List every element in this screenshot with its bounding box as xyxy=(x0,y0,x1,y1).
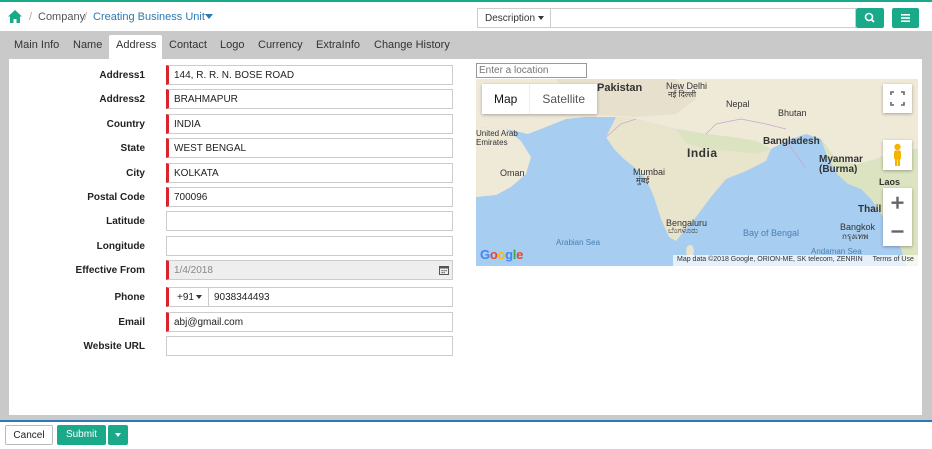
tab-contact[interactable]: Contact xyxy=(169,39,207,51)
zoom-control xyxy=(883,188,912,246)
address1-label: Address1 xyxy=(99,70,145,81)
tab-name[interactable]: Name xyxy=(73,39,102,51)
latitude-label: Latitude xyxy=(106,216,145,227)
effective-from-label: Effective From xyxy=(75,265,145,276)
map-label-bangkok-thai: กรุงเทพ xyxy=(842,232,869,241)
cancel-button[interactable]: Cancel xyxy=(5,425,53,445)
map-label-pakistan: Pakistan xyxy=(597,82,643,94)
map-attribution-text: Map data ©2018 Google, ORION-ME, SK tele… xyxy=(677,256,863,263)
phone-number-field[interactable]: 9038344493 xyxy=(208,287,453,307)
longitude-field[interactable] xyxy=(166,236,453,256)
home-icon[interactable] xyxy=(8,10,22,23)
map-label-laos: Laos xyxy=(879,177,901,187)
map[interactable]: Map Satellite Pakistan New Delhi नई दिल्… xyxy=(476,79,918,266)
map-label-mumbai-hindi: मुंबई xyxy=(636,176,650,185)
address2-field[interactable]: BRAHMAPUR xyxy=(166,89,453,109)
tab-main-info[interactable]: Main Info xyxy=(14,39,59,51)
latitude-field[interactable] xyxy=(166,211,453,231)
map-label-arabian-sea: Arabian Sea xyxy=(556,238,601,247)
breadcrumb-separator: / xyxy=(84,11,88,23)
zoom-out-icon[interactable] xyxy=(883,217,912,246)
longitude-label: Longitude xyxy=(96,241,145,252)
map-label-oman: Oman xyxy=(500,168,525,178)
map-label-myanmar: Myanmar (Burma) xyxy=(819,154,863,175)
map-terms-link[interactable]: Terms of Use xyxy=(873,256,914,263)
email-field[interactable]: abj@gmail.com xyxy=(166,312,453,332)
tab-change-history[interactable]: Change History xyxy=(374,39,450,51)
caret-down-icon xyxy=(115,433,121,437)
caret-down-icon xyxy=(195,295,202,300)
pegman-icon xyxy=(894,143,901,166)
search-input[interactable] xyxy=(550,8,856,28)
map-label-new-delhi-hindi: नई दिल्ली xyxy=(668,90,697,99)
map-label-bangladesh: Bangladesh xyxy=(763,136,820,147)
map-label-bengaluru-kannada: ಬೆಂಗಳೂರು xyxy=(668,226,698,235)
street-view-pegman[interactable] xyxy=(883,140,912,170)
menu-button[interactable] xyxy=(892,8,919,28)
tab-address[interactable]: Address xyxy=(116,39,156,51)
country-field[interactable]: INDIA xyxy=(166,114,453,134)
address2-label: Address2 xyxy=(99,94,145,105)
submit-button[interactable]: Submit xyxy=(57,425,106,445)
state-label: State xyxy=(120,143,145,154)
map-label-thailand: Thail xyxy=(858,204,882,215)
map-label-bhutan: Bhutan xyxy=(778,108,807,118)
country-label: Country xyxy=(106,119,145,130)
fullscreen-icon xyxy=(890,91,905,106)
search-button[interactable] xyxy=(856,8,884,28)
breadcrumb-current[interactable]: Creating Business Unit xyxy=(93,11,205,23)
email-label: Email xyxy=(118,317,145,328)
map-attribution: Map data ©2018 Google, ORION-ME, SK tele… xyxy=(673,255,918,266)
search-icon xyxy=(864,12,875,23)
location-search-input[interactable] xyxy=(476,63,587,78)
fullscreen-button[interactable] xyxy=(883,84,912,113)
hamburger-icon xyxy=(901,14,910,22)
zoom-in-icon[interactable] xyxy=(883,188,912,217)
bottom-action-bar xyxy=(0,420,932,449)
postal-code-field[interactable]: 700096 xyxy=(166,187,453,207)
map-label-uae: United Arab Emirates xyxy=(476,129,518,147)
phone-code-value: +91 xyxy=(177,292,194,303)
chevron-down-icon[interactable] xyxy=(205,14,213,19)
website-url-field[interactable] xyxy=(166,336,453,356)
map-type-control: Map Satellite xyxy=(482,84,598,114)
map-label-bay-of-bengal: Bay of Bengal xyxy=(743,228,800,238)
search-scope-label: Description xyxy=(485,13,536,24)
map-label-nepal: Nepal xyxy=(726,99,750,109)
tab-extrainfo[interactable]: ExtraInfo xyxy=(316,39,360,51)
website-url-label: Website URL xyxy=(83,341,146,352)
map-type-satellite[interactable]: Satellite xyxy=(529,84,597,114)
city-field[interactable]: KOLKATA xyxy=(166,163,453,183)
calendar-icon[interactable] xyxy=(439,265,449,275)
map-type-map[interactable]: Map xyxy=(482,84,529,114)
phone-label: Phone xyxy=(114,292,145,303)
caret-down-icon xyxy=(538,16,545,21)
map-label-india: India xyxy=(687,146,718,160)
postal-code-label: Postal Code xyxy=(87,192,145,203)
city-label: City xyxy=(126,168,145,179)
google-logo: Google xyxy=(480,247,524,262)
submit-options-button[interactable] xyxy=(108,425,128,445)
effective-from-field: 1/4/2018 xyxy=(166,260,453,280)
breadcrumb-company[interactable]: Company xyxy=(38,11,85,23)
breadcrumb-separator: / xyxy=(29,11,33,23)
phone-code-select[interactable]: +91 xyxy=(166,287,209,307)
search-scope-select[interactable]: Description xyxy=(477,8,550,28)
tab-currency[interactable]: Currency xyxy=(258,39,303,51)
tab-logo[interactable]: Logo xyxy=(220,39,244,51)
top-bar: / Company / Creating Business Unit Descr… xyxy=(0,0,932,31)
address1-field[interactable]: 144, R. R. N. BOSE ROAD xyxy=(166,65,453,85)
state-field[interactable]: WEST BENGAL xyxy=(166,138,453,158)
